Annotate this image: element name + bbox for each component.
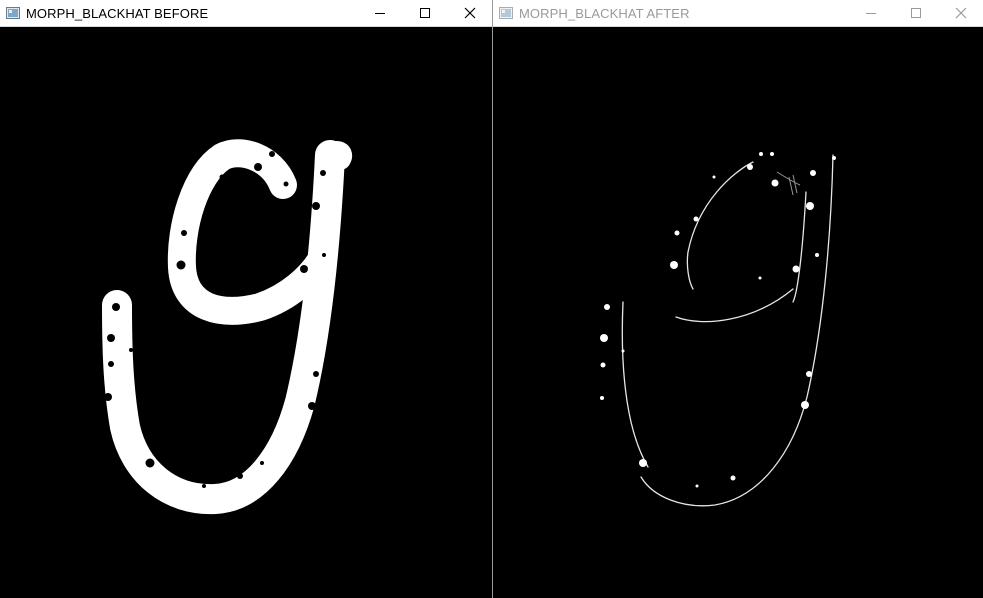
close-button[interactable] bbox=[938, 0, 983, 26]
minimize-button[interactable] bbox=[357, 0, 402, 26]
blackhat-result-image bbox=[600, 152, 836, 507]
opencv-window-icon bbox=[6, 7, 20, 19]
image-canvas-after bbox=[493, 27, 983, 598]
close-icon bbox=[955, 7, 966, 19]
minimize-icon bbox=[865, 13, 876, 14]
minimize-icon bbox=[374, 13, 385, 14]
window-after: MORPH_BLACKHAT AFTER bbox=[493, 0, 983, 598]
maximize-icon bbox=[910, 8, 921, 18]
image-canvas-before bbox=[0, 27, 492, 598]
maximize-button[interactable] bbox=[893, 0, 938, 26]
titlebar-before[interactable]: MORPH_BLACKHAT BEFORE bbox=[0, 0, 492, 27]
maximize-icon bbox=[419, 8, 430, 18]
titlebar-after[interactable]: MORPH_BLACKHAT AFTER bbox=[493, 0, 983, 27]
close-icon bbox=[464, 7, 475, 19]
minimize-button[interactable] bbox=[848, 0, 893, 26]
window-title: MORPH_BLACKHAT BEFORE bbox=[26, 5, 209, 21]
maximize-button[interactable] bbox=[402, 0, 447, 26]
window-before: MORPH_BLACKHAT BEFORE bbox=[0, 0, 492, 598]
opencv-window-icon bbox=[499, 7, 513, 19]
letter-g-image bbox=[102, 139, 353, 515]
close-button[interactable] bbox=[447, 0, 492, 26]
window-title: MORPH_BLACKHAT AFTER bbox=[519, 5, 690, 21]
